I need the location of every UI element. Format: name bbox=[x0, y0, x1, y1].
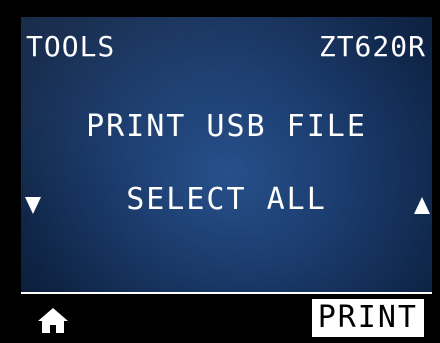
menu-title: TOOLS bbox=[26, 30, 116, 63]
print-softkey[interactable]: PRINT bbox=[311, 299, 424, 337]
lcd-screen: TOOLS ZT620R PRINT USB FILE SELECT ALL P… bbox=[21, 17, 432, 343]
menu-selection-value: SELECT ALL bbox=[126, 182, 327, 217]
home-icon bbox=[38, 308, 68, 333]
printer-model: ZT620R bbox=[318, 30, 426, 63]
triangle-up-icon[interactable] bbox=[414, 197, 430, 214]
softkey-bar: PRINT bbox=[21, 292, 432, 343]
menu-item-label: PRINT USB FILE bbox=[86, 109, 367, 144]
home-button[interactable] bbox=[35, 304, 71, 336]
